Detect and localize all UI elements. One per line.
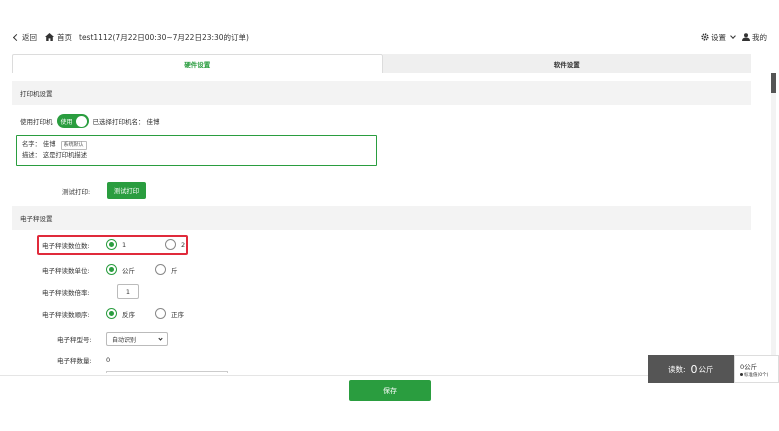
- vertical-scrollbar[interactable]: [771, 73, 776, 373]
- tab-software[interactable]: 软件设置: [382, 54, 751, 73]
- scrollbar-thumb[interactable]: [771, 73, 776, 93]
- decimal-label: 电子秤读数位数:: [42, 241, 90, 250]
- selected-printer-label: 已选择打印机名：: [92, 118, 145, 126]
- settings-tabs: 硬件设置 软件设置: [12, 54, 751, 73]
- printer-section-title: 打印机设置: [12, 81, 751, 105]
- home-label: 首页: [57, 32, 72, 42]
- model-select[interactable]: 自动识别: [106, 332, 168, 346]
- model-row: 电子秤型号: 自动识别: [57, 332, 168, 346]
- home-icon: [45, 33, 54, 41]
- count-label: 电子秤数量:: [57, 357, 92, 365]
- model-value: 自动识别: [112, 336, 137, 344]
- multiplier-label: 电子秤读数倍率:: [42, 288, 90, 297]
- use-printer-row: 使用打印机 使用 已选择打印机名： 佳博: [20, 114, 160, 128]
- status-dot-icon: [740, 373, 743, 376]
- order-option-reverse: 反序: [122, 310, 135, 319]
- mine-menu[interactable]: 我的: [742, 32, 767, 43]
- chevron-down-icon: [730, 33, 736, 39]
- unit-option-kg: 公斤: [122, 266, 135, 275]
- mine-label: 我的: [752, 32, 767, 42]
- printer-card[interactable]: 名字： 佳博 系统默认 描述： 这是打印机描述: [16, 135, 377, 166]
- decimal-radio-1[interactable]: [106, 239, 117, 250]
- gear-icon: [701, 33, 709, 41]
- printer-desc-label: 描述：: [22, 152, 41, 159]
- printer-desc-value: 这是打印机描述: [42, 152, 87, 159]
- back-button[interactable]: 返回: [12, 32, 37, 43]
- printer-name-label: 名字：: [22, 141, 41, 148]
- use-printer-label: 使用打印机: [20, 118, 53, 126]
- scale-section-title: 电子秤设置: [12, 206, 751, 230]
- order-radio-forward[interactable]: [155, 308, 166, 319]
- selected-printer-name: 佳博: [146, 118, 160, 126]
- printer-name-value: 佳博: [42, 141, 56, 148]
- back-label: 返回: [22, 32, 37, 42]
- save-button[interactable]: 保存: [349, 380, 431, 401]
- decimal-option-1: 1: [122, 240, 127, 249]
- unit-row: 电子秤读数单位: 公斤 斤: [42, 264, 178, 275]
- order-radio-reverse[interactable]: [106, 308, 117, 319]
- settings-label: 设置: [711, 32, 726, 42]
- count-value: 0: [106, 356, 111, 364]
- weight-side-panel[interactable]: 0公斤 标准值(0个): [734, 355, 779, 383]
- count-row: 电子秤数量: 0: [57, 355, 110, 365]
- multiplier-input[interactable]: 1: [117, 284, 139, 299]
- next-field-partial: [106, 371, 228, 373]
- user-icon: [742, 33, 750, 41]
- default-tag: 系统默认: [60, 141, 87, 150]
- weight-side-value: 0公斤: [740, 362, 758, 371]
- toggle-knob: [76, 115, 87, 127]
- weight-reading-panel: 读数: 0 公斤: [648, 355, 734, 383]
- settings-content: 打印机设置 使用打印机 使用 已选择打印机名： 佳博 名字： 佳博 系统默认 描…: [12, 73, 751, 373]
- tab-hardware[interactable]: 硬件设置: [12, 54, 383, 73]
- printer-name-line: 名字： 佳博 系统默认: [22, 139, 371, 150]
- toggle-label: 使用: [60, 118, 73, 126]
- top-nav: 返回 首页 test1112(7月22日00:30~7月22日23:30的订单)…: [0, 26, 779, 48]
- weight-side-note: 标准值(0个): [744, 372, 769, 378]
- decimal-row: 电子秤读数位数: 1 2: [42, 239, 185, 250]
- chevron-left-icon: [12, 33, 21, 41]
- model-label: 电子秤型号:: [57, 336, 92, 344]
- unit-radio-kg[interactable]: [106, 264, 117, 275]
- order-row: 电子秤读数顺序: 反序 正序: [42, 308, 184, 319]
- weight-reading-label: 读数:: [668, 364, 686, 374]
- order-label: 电子秤读数顺序:: [42, 310, 90, 319]
- decimal-radio-2[interactable]: [165, 239, 176, 250]
- weight-reading-value: 0: [690, 362, 698, 376]
- chevron-down-icon: [158, 336, 163, 341]
- unit-option-jin: 斤: [171, 266, 178, 275]
- multiplier-row: 电子秤读数倍率: 1: [42, 284, 139, 299]
- printer-desc-line: 描述： 这是打印机描述: [22, 150, 371, 161]
- weight-side-note-row: 标准值(0个): [740, 372, 768, 378]
- unit-radio-jin[interactable]: [155, 264, 166, 275]
- unit-label: 电子秤读数单位:: [42, 266, 90, 275]
- order-option-forward: 正序: [171, 310, 184, 319]
- settings-menu[interactable]: 设置: [701, 32, 736, 43]
- test-print-button[interactable]: 测试打印: [107, 182, 146, 199]
- test-print-row: 测试打印: 测试打印: [62, 182, 146, 199]
- app-window: 返回 首页 test1112(7月22日00:30~7月22日23:30的订单)…: [0, 0, 779, 431]
- weight-reading-unit: 公斤: [698, 364, 714, 374]
- test-print-label: 测试打印:: [62, 187, 91, 196]
- home-link[interactable]: 首页: [45, 32, 72, 43]
- use-printer-toggle[interactable]: 使用: [56, 114, 89, 128]
- page-bottom: [0, 405, 779, 431]
- decimal-option-2: 2: [181, 240, 186, 249]
- page-title: test1112(7月22日00:30~7月22日23:30的订单): [79, 32, 249, 42]
